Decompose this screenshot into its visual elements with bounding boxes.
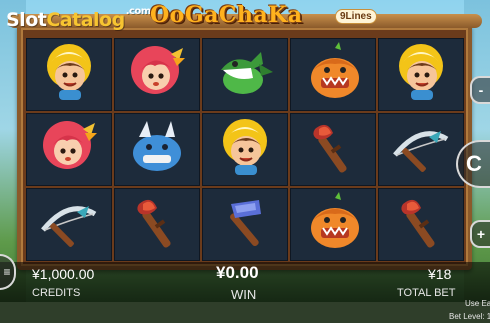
caveboy-icon (213, 115, 277, 184)
cavegirl-icon (37, 115, 101, 184)
credits-value: ¥1,000.00 (32, 266, 95, 282)
reel-cell (26, 38, 112, 111)
total-bet-label: TOTAL BET (397, 287, 456, 299)
win-value: ¥0.00 (216, 263, 259, 282)
watermark-part3: .com (125, 6, 152, 17)
reel-cell (378, 38, 464, 111)
bottom-strip (0, 302, 490, 323)
hint-text-2: Bet Level: 1 (449, 312, 490, 321)
reel-cell (378, 188, 464, 261)
site-watermark: SlotCatalog.com (6, 6, 151, 31)
caveboy-icon (37, 40, 101, 109)
torch-icon (125, 190, 189, 259)
torch-icon (389, 190, 453, 259)
total-bet-value: ¥18 (428, 266, 452, 282)
dino-blue-icon (125, 115, 189, 184)
game-logo: OoGaChaKa (150, 2, 303, 28)
watermark-part1: Slot (6, 9, 47, 31)
reel-cell (114, 38, 200, 111)
reel-cell (290, 38, 376, 111)
reel-cell (202, 38, 288, 111)
reel-cell (26, 113, 112, 186)
hint-text-1: Use Ea (465, 299, 490, 308)
reel-cell (290, 188, 376, 261)
reel-cell (114, 188, 200, 261)
bet-increase-button[interactable]: + (470, 220, 490, 248)
caveboy-icon (389, 40, 453, 109)
reel-cell (378, 113, 464, 186)
crossbow-icon (37, 190, 101, 259)
reel-grid (26, 38, 464, 261)
lines-badge: 9Lines (335, 9, 377, 24)
reel-cell (202, 188, 288, 261)
watermark-part2: Catalog (46, 9, 125, 31)
reel-cell (202, 113, 288, 186)
bet-decrease-button[interactable]: - (470, 76, 490, 104)
dino-orange-icon (301, 40, 365, 109)
cavegirl-icon (125, 40, 189, 109)
dino-orange-icon (301, 190, 365, 259)
dino-green-icon (213, 40, 277, 109)
win-label: WIN (231, 287, 257, 302)
crossbow-icon (389, 115, 453, 184)
reel-cell (114, 113, 200, 186)
torch-icon (301, 115, 365, 184)
credits-label: CREDITS (32, 287, 81, 299)
reel-cell (290, 113, 376, 186)
hammer-icon (213, 190, 277, 259)
reel-cell (26, 188, 112, 261)
